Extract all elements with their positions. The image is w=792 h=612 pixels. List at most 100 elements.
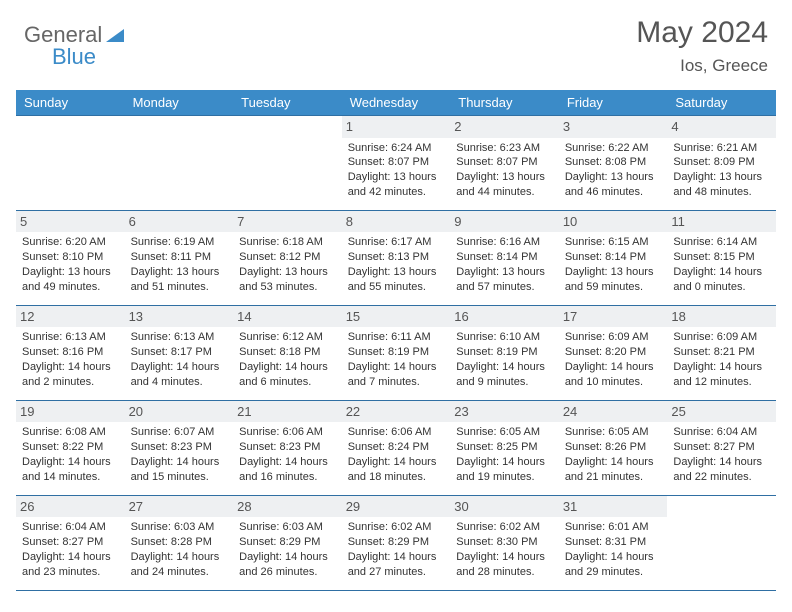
daylight-line: Daylight: 13 hours and 49 minutes. xyxy=(22,265,119,295)
daylight-line: Daylight: 14 hours and 16 minutes. xyxy=(239,455,336,485)
sunset-line: Sunset: 8:26 PM xyxy=(565,440,662,455)
day-number: 12 xyxy=(16,306,125,328)
daylight-line: Daylight: 13 hours and 51 minutes. xyxy=(131,265,228,295)
sunrise-line: Sunrise: 6:24 AM xyxy=(348,141,445,156)
daylight-line: Daylight: 14 hours and 18 minutes. xyxy=(348,455,445,485)
sunrise-line: Sunrise: 6:02 AM xyxy=(348,520,445,535)
daylight-line: Daylight: 13 hours and 59 minutes. xyxy=(565,265,662,295)
calendar-day-cell: 14Sunrise: 6:12 AMSunset: 8:18 PMDayligh… xyxy=(233,305,342,400)
day-number: 20 xyxy=(125,401,234,423)
sunset-line: Sunset: 8:12 PM xyxy=(239,250,336,265)
daylight-line: Daylight: 14 hours and 22 minutes. xyxy=(673,455,770,485)
day-number: 11 xyxy=(667,211,776,233)
calendar-week-row: 5Sunrise: 6:20 AMSunset: 8:10 PMDaylight… xyxy=(16,210,776,305)
calendar-day-cell: 11Sunrise: 6:14 AMSunset: 8:15 PMDayligh… xyxy=(667,210,776,305)
daylight-line: Daylight: 14 hours and 23 minutes. xyxy=(22,550,119,580)
calendar-day-cell: 12 Sunrise: 6:13 AMSunset: 8:16 PMDayligh… xyxy=(16,305,125,400)
title-block: May 2024 Ios, Greece xyxy=(636,16,768,76)
sunrise-line: Sunrise: 6:07 AM xyxy=(131,425,228,440)
calendar-day-cell: 25Sunrise: 6:04 AMSunset: 8:27 PMDayligh… xyxy=(667,400,776,495)
daylight-line: Daylight: 14 hours and 6 minutes. xyxy=(239,360,336,390)
calendar-day-cell: 20Sunrise: 6:07 AMSunset: 8:23 PMDayligh… xyxy=(125,400,234,495)
day-number: 2 xyxy=(450,116,559,138)
sunset-line: Sunset: 8:23 PM xyxy=(131,440,228,455)
calendar-day-cell: 4Sunrise: 6:21 AMSunset: 8:09 PMDaylight… xyxy=(667,116,776,211)
calendar-day-cell: 16Sunrise: 6:10 AMSunset: 8:19 PMDayligh… xyxy=(450,305,559,400)
sunrise-line: Sunrise: 6:23 AM xyxy=(456,141,553,156)
sunset-line: Sunset: 8:19 PM xyxy=(456,345,553,360)
day-number: 27 xyxy=(125,496,234,518)
calendar-day-cell: . xyxy=(16,116,125,211)
day-number: 19 xyxy=(16,401,125,423)
day-number: 28 xyxy=(233,496,342,518)
sunrise-line: Sunrise: 6:01 AM xyxy=(565,520,662,535)
sunrise-line: Sunrise: 6:04 AM xyxy=(673,425,770,440)
calendar-day-cell: 27Sunrise: 6:03 AMSunset: 8:28 PMDayligh… xyxy=(125,495,234,590)
sunrise-line: Sunrise: 6:03 AM xyxy=(239,520,336,535)
logo-triangle-icon xyxy=(104,28,126,44)
day-number: 14 xyxy=(233,306,342,328)
day-number: 23 xyxy=(450,401,559,423)
day-number: 15 xyxy=(342,306,451,328)
day-number: 9 xyxy=(450,211,559,233)
daylight-line: Daylight: 14 hours and 4 minutes. xyxy=(131,360,228,390)
sunrise-line: Sunrise: 6:22 AM xyxy=(565,141,662,156)
daylight-line: Daylight: 14 hours and 2 minutes. xyxy=(22,360,119,390)
sunrise-line: Sunrise: 6:13 AM xyxy=(22,330,119,345)
weekday-header: Thursday xyxy=(450,90,559,116)
sunrise-line: Sunrise: 6:06 AM xyxy=(239,425,336,440)
sunrise-line: Sunrise: 6:09 AM xyxy=(565,330,662,345)
sunrise-line: Sunrise: 6:08 AM xyxy=(22,425,119,440)
day-number: 17 xyxy=(559,306,668,328)
sunrise-line: Sunrise: 6:11 AM xyxy=(348,330,445,345)
daylight-line: Daylight: 13 hours and 53 minutes. xyxy=(239,265,336,295)
sunset-line: Sunset: 8:07 PM xyxy=(456,155,553,170)
calendar-day-cell: . xyxy=(233,116,342,211)
sunrise-line: Sunrise: 6:04 AM xyxy=(22,520,119,535)
sunrise-line: Sunrise: 6:19 AM xyxy=(131,235,228,250)
calendar-body: ...1Sunrise: 6:24 AMSunset: 8:07 PMDayli… xyxy=(16,116,776,591)
day-number: 22 xyxy=(342,401,451,423)
sunset-line: Sunset: 8:16 PM xyxy=(22,345,119,360)
sunset-line: Sunset: 8:14 PM xyxy=(456,250,553,265)
calendar-day-cell: 29Sunrise: 6:02 AMSunset: 8:29 PMDayligh… xyxy=(342,495,451,590)
daylight-line: Daylight: 13 hours and 42 minutes. xyxy=(348,170,445,200)
sunset-line: Sunset: 8:27 PM xyxy=(22,535,119,550)
sunrise-line: Sunrise: 6:05 AM xyxy=(565,425,662,440)
weekday-header: Saturday xyxy=(667,90,776,116)
day-number: 26 xyxy=(16,496,125,518)
calendar-day-cell: 31Sunrise: 6:01 AMSunset: 8:31 PMDayligh… xyxy=(559,495,668,590)
day-number: 8 xyxy=(342,211,451,233)
weekday-header: Monday xyxy=(125,90,234,116)
sunrise-line: Sunrise: 6:21 AM xyxy=(673,141,770,156)
daylight-line: Daylight: 14 hours and 7 minutes. xyxy=(348,360,445,390)
calendar-day-cell: 15Sunrise: 6:11 AMSunset: 8:19 PMDayligh… xyxy=(342,305,451,400)
day-number: 21 xyxy=(233,401,342,423)
sunrise-line: Sunrise: 6:16 AM xyxy=(456,235,553,250)
sunrise-line: Sunrise: 6:10 AM xyxy=(456,330,553,345)
sunset-line: Sunset: 8:11 PM xyxy=(131,250,228,265)
logo-text-blue: Blue xyxy=(52,46,96,68)
calendar-week-row: 26 Sunrise: 6:04 AMSunset: 8:27 PMDayligh… xyxy=(16,495,776,590)
sunrise-line: Sunrise: 6:06 AM xyxy=(348,425,445,440)
sunrise-line: Sunrise: 6:17 AM xyxy=(348,235,445,250)
calendar-day-cell: 21Sunrise: 6:06 AMSunset: 8:23 PMDayligh… xyxy=(233,400,342,495)
sunrise-line: Sunrise: 6:13 AM xyxy=(131,330,228,345)
day-number: 1 xyxy=(342,116,451,138)
daylight-line: Daylight: 14 hours and 21 minutes. xyxy=(565,455,662,485)
calendar-day-cell: . xyxy=(125,116,234,211)
weekday-header: Wednesday xyxy=(342,90,451,116)
sunset-line: Sunset: 8:09 PM xyxy=(673,155,770,170)
sunrise-line: Sunrise: 6:03 AM xyxy=(131,520,228,535)
calendar-week-row: ...1Sunrise: 6:24 AMSunset: 8:07 PMDayli… xyxy=(16,116,776,211)
daylight-line: Daylight: 14 hours and 19 minutes. xyxy=(456,455,553,485)
sunset-line: Sunset: 8:31 PM xyxy=(565,535,662,550)
sunset-line: Sunset: 8:07 PM xyxy=(348,155,445,170)
day-number: 6 xyxy=(125,211,234,233)
sunset-line: Sunset: 8:13 PM xyxy=(348,250,445,265)
calendar-day-cell: 7Sunrise: 6:18 AMSunset: 8:12 PMDaylight… xyxy=(233,210,342,305)
day-number: 18 xyxy=(667,306,776,328)
weekday-header: Tuesday xyxy=(233,90,342,116)
header: GeneralBlue May 2024 Ios, Greece xyxy=(0,0,792,84)
calendar-day-cell: 17Sunrise: 6:09 AMSunset: 8:20 PMDayligh… xyxy=(559,305,668,400)
